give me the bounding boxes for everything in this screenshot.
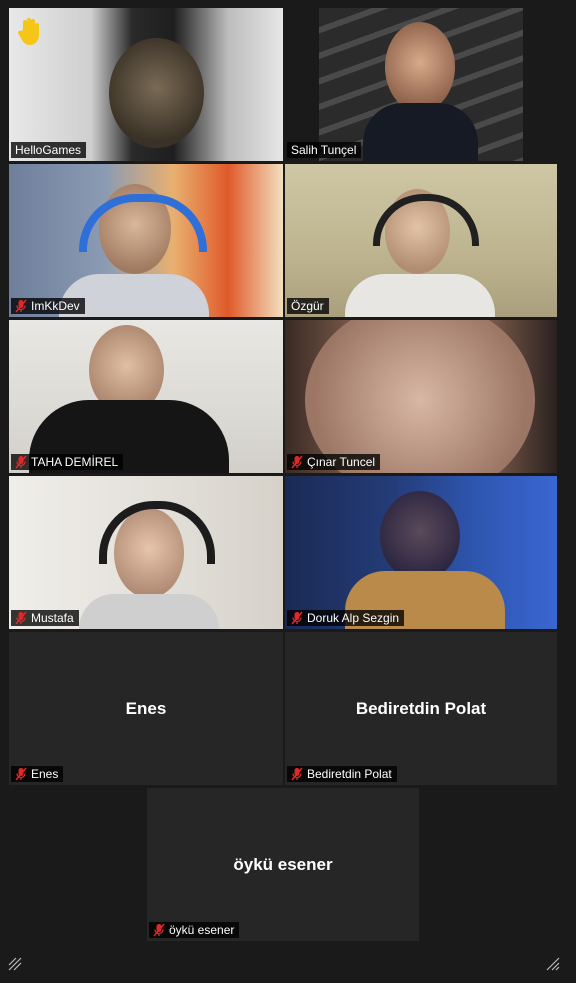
video-tile-oyku-esener[interactable]: öykü esener öykü esener bbox=[147, 788, 419, 941]
participant-name-tag: Doruk Alp Sezgin bbox=[287, 610, 405, 626]
participant-name: ImKkDev bbox=[31, 299, 80, 313]
participant-name: Salih Tunçel bbox=[291, 143, 357, 157]
video-tile-hellogames[interactable]: HelloGames bbox=[9, 8, 283, 161]
participant-name-tag: Özgür bbox=[287, 298, 329, 314]
video-tile-doruk-alp-sezgin[interactable]: Doruk Alp Sezgin bbox=[285, 476, 557, 629]
participant-name-tag: TAHA DEMİREL bbox=[11, 454, 124, 470]
participant-face bbox=[385, 22, 455, 112]
participant-shirt bbox=[345, 274, 495, 317]
participant-name-tag: Bediretdin Polat bbox=[287, 766, 397, 782]
video-tile-enes[interactable]: Enes Enes bbox=[9, 632, 283, 785]
participant-name-tag: HelloGames bbox=[11, 142, 87, 158]
participant-shirt bbox=[363, 103, 478, 161]
participant-face bbox=[380, 491, 460, 581]
participant-name: Bediretdin Polat bbox=[307, 767, 392, 781]
participant-name-tag: Çınar Tuncel bbox=[287, 454, 381, 470]
participant-name: Doruk Alp Sezgin bbox=[307, 611, 400, 625]
video-tile-cinar-tuncel[interactable]: Çınar Tuncel bbox=[285, 320, 557, 473]
participant-name: Enes bbox=[31, 767, 59, 781]
resize-grip-icon[interactable] bbox=[546, 957, 560, 971]
mic-muted-icon bbox=[15, 455, 27, 469]
participant-name: Çınar Tuncel bbox=[307, 455, 376, 469]
video-tile-imkkdev[interactable]: ImKkDev bbox=[9, 164, 283, 317]
mic-muted-icon bbox=[15, 299, 27, 313]
participant-display-name: Bediretdin Polat bbox=[355, 698, 487, 718]
participant-name: Mustafa bbox=[31, 611, 74, 625]
video-tile-salih-tuncel[interactable]: Salih Tunçel bbox=[285, 8, 557, 161]
mic-muted-icon bbox=[153, 923, 165, 937]
participant-name: TAHA DEMİREL bbox=[31, 455, 119, 469]
participant-name-tag: Mustafa bbox=[11, 610, 79, 626]
raised-hand-icon bbox=[17, 18, 39, 45]
participant-name: öykü esener bbox=[169, 923, 235, 937]
participant-name: Özgür bbox=[291, 299, 324, 313]
participant-name: HelloGames bbox=[15, 143, 82, 157]
video-tile-taha-demirel[interactable]: TAHA DEMİREL bbox=[9, 320, 283, 473]
video-tile-ozgur[interactable]: Özgür bbox=[285, 164, 557, 317]
participant-face bbox=[109, 38, 204, 148]
video-tile-mustafa[interactable]: Mustafa bbox=[9, 476, 283, 629]
participant-name-tag: Enes bbox=[11, 766, 64, 782]
participant-face bbox=[305, 320, 535, 473]
participant-name-tag: ImKkDev bbox=[11, 298, 85, 314]
participant-display-name: Enes bbox=[125, 698, 167, 718]
participant-name-tag: Salih Tunçel bbox=[287, 142, 362, 158]
mic-muted-icon bbox=[291, 767, 303, 781]
gallery-view: HelloGames Salih Tunçel ImKkDev Özgür TA… bbox=[0, 0, 576, 983]
video-tile-bediretdin-polat[interactable]: Bediretdin Polat Bediretdin Polat bbox=[285, 632, 557, 785]
mic-muted-icon bbox=[15, 611, 27, 625]
mic-muted-icon bbox=[15, 767, 27, 781]
mic-muted-icon bbox=[291, 455, 303, 469]
resize-grip-icon[interactable] bbox=[8, 957, 22, 971]
participant-display-name: öykü esener bbox=[233, 854, 333, 874]
participant-shirt bbox=[79, 594, 219, 629]
participant-name-tag: öykü esener bbox=[149, 922, 240, 938]
mic-muted-icon bbox=[291, 611, 303, 625]
